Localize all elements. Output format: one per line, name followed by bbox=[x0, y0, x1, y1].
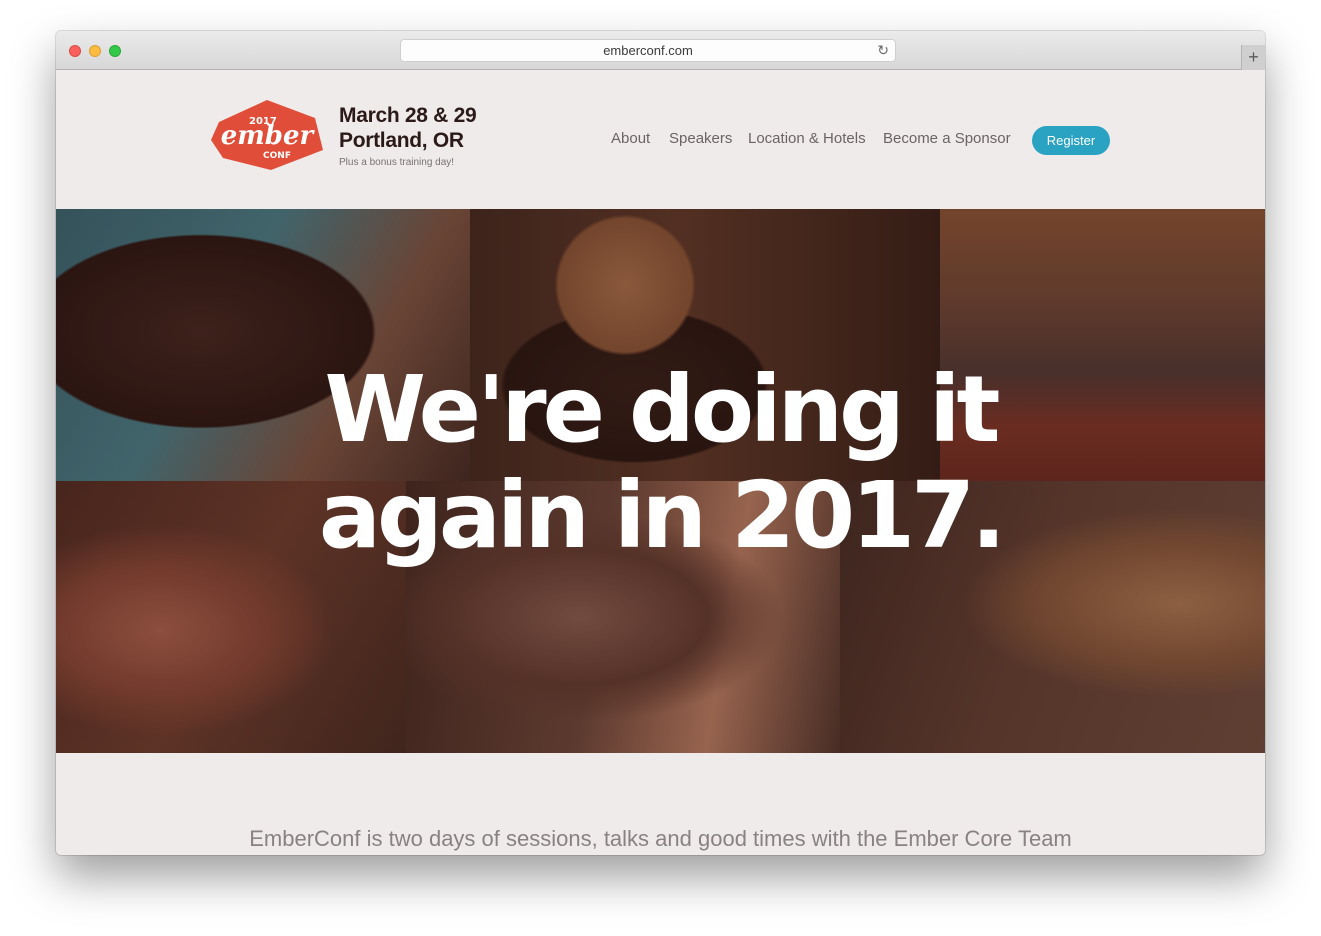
logo-sub: CONF bbox=[263, 151, 291, 161]
event-location: Portland, OR bbox=[339, 129, 464, 152]
nav-sponsor-link[interactable]: Become a Sponsor bbox=[883, 130, 1011, 147]
browser-window: emberconf.com ↻ + 2017 ember CONF March … bbox=[56, 31, 1265, 855]
event-date: March 28 & 29 bbox=[339, 104, 477, 127]
event-training-note: Plus a bonus training day! bbox=[339, 157, 455, 168]
intro-tagline: EmberConf is two days of sessions, talks… bbox=[249, 826, 1072, 851]
nav-location-hotels-link[interactable]: Location & Hotels bbox=[748, 130, 866, 147]
zoom-window-button[interactable] bbox=[109, 45, 121, 57]
new-tab-icon[interactable]: + bbox=[1241, 45, 1265, 70]
hero-banner: We're doing it again in 2017. bbox=[56, 209, 1265, 753]
logo-word: ember bbox=[221, 121, 316, 151]
nav-speakers-link[interactable]: Speakers bbox=[669, 130, 732, 147]
nav-about-link[interactable]: About bbox=[611, 130, 650, 147]
hero-headline: We're doing it again in 2017. bbox=[56, 357, 1265, 569]
minimize-window-button[interactable] bbox=[89, 45, 101, 57]
address-bar-url: emberconf.com bbox=[603, 43, 693, 58]
address-bar[interactable]: emberconf.com ↻ bbox=[400, 39, 896, 62]
reload-icon[interactable]: ↻ bbox=[877, 40, 889, 61]
register-button[interactable]: Register bbox=[1032, 126, 1110, 155]
hero-headline-line-2: again in 2017. bbox=[318, 462, 1006, 569]
page-content: 2017 ember CONF March 28 & 29 Portland, … bbox=[56, 70, 1265, 855]
browser-titlebar: emberconf.com ↻ + bbox=[56, 31, 1265, 70]
emberconf-logo[interactable]: 2017 ember CONF bbox=[211, 100, 323, 170]
close-window-button[interactable] bbox=[69, 45, 81, 57]
hero-headline-line-1: We're doing it bbox=[324, 356, 1000, 463]
